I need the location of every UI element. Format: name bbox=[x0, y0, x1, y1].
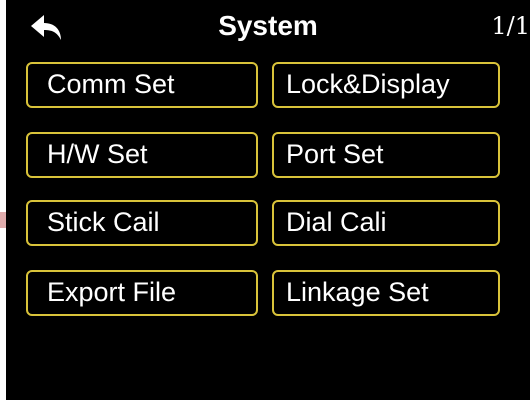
comm-set-button[interactable]: Comm Set bbox=[26, 62, 258, 108]
page-title: System bbox=[218, 10, 318, 41]
page-indicator: 1/1 bbox=[491, 12, 530, 40]
header-bar: System 1/1 bbox=[6, 0, 530, 50]
export-file-button[interactable]: Export File bbox=[26, 270, 258, 316]
lock-display-button[interactable]: Lock&Display bbox=[272, 62, 500, 108]
system-screen: System 1/1 Comm Set Lock&Display H/W Set… bbox=[6, 0, 530, 400]
hw-set-button[interactable]: H/W Set bbox=[26, 132, 258, 178]
linkage-set-button[interactable]: Linkage Set bbox=[272, 270, 500, 316]
port-set-button[interactable]: Port Set bbox=[272, 132, 500, 178]
dial-cali-button[interactable]: Dial Cali bbox=[272, 200, 500, 246]
stick-cali-button[interactable]: Stick Cail bbox=[26, 200, 258, 246]
